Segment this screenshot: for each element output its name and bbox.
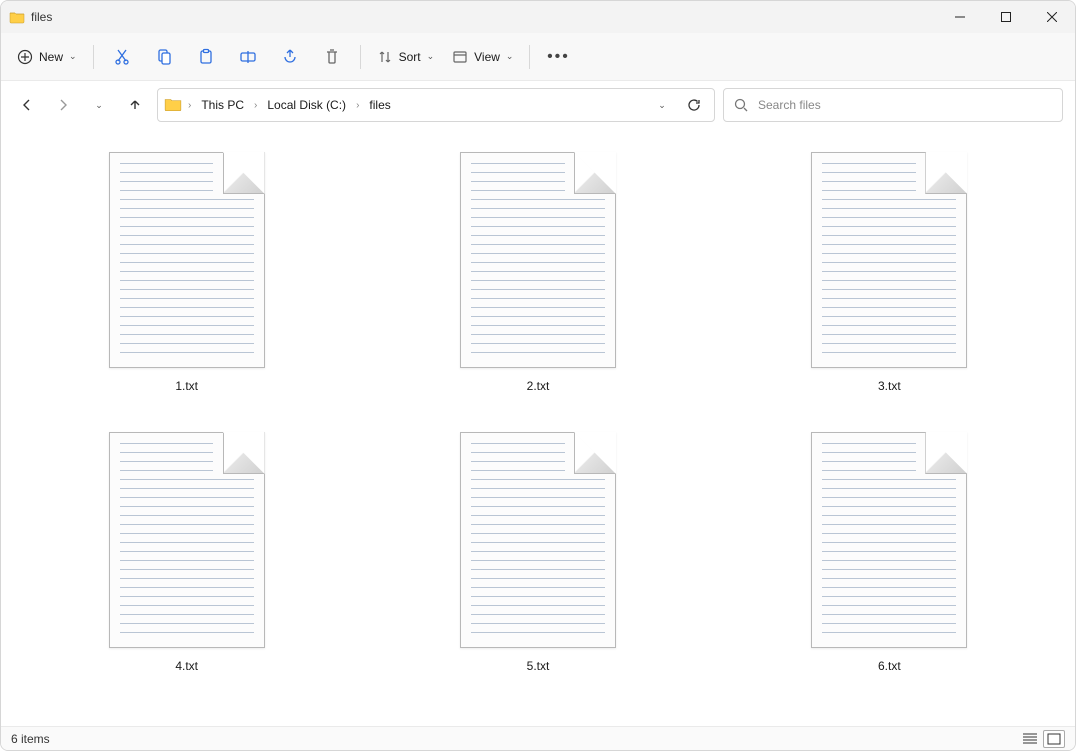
file-item[interactable]: 5.txt [372,419,703,679]
new-button[interactable]: New ⌄ [9,40,85,74]
address-bar[interactable]: › This PC › Local Disk (C:) › files ⌄ [157,88,715,122]
refresh-button[interactable] [680,91,708,119]
window-title: files [31,10,52,24]
file-pane[interactable]: 1.txt 2.txt 3.txt 4.txt 5.txt 6.txt [1,129,1075,726]
search-icon [734,98,748,112]
more-button[interactable]: ••• [538,40,578,74]
paste-button[interactable] [186,40,226,74]
back-button[interactable] [13,91,41,119]
maximize-button[interactable] [983,1,1029,33]
view-label: View [474,50,500,64]
up-button[interactable] [121,91,149,119]
file-item[interactable]: 6.txt [724,419,1055,679]
chevron-down-icon: ⌄ [658,100,666,111]
explorer-window: files New ⌄ [0,0,1076,751]
sort-dropdown[interactable]: Sort ⌄ [369,40,443,74]
chevron-down-icon: ⌄ [95,100,103,111]
search-input[interactable] [756,97,1052,113]
chevron-right-icon: › [186,100,193,111]
breadcrumb-segment[interactable]: This PC [197,96,248,114]
cut-button[interactable] [102,40,142,74]
breadcrumb-segment[interactable]: Local Disk (C:) [263,96,350,114]
chevron-down-icon: ⌄ [427,51,435,62]
chevron-down-icon: ⌄ [506,51,514,62]
chevron-right-icon: › [252,100,259,111]
file-name: 5.txt [527,659,550,673]
text-file-icon [453,425,623,655]
file-name: 6.txt [878,659,901,673]
file-name: 1.txt [175,379,198,393]
chevron-right-icon: › [354,100,361,111]
rename-button[interactable] [228,40,268,74]
file-grid: 1.txt 2.txt 3.txt 4.txt 5.txt 6.txt [21,139,1055,679]
copy-button[interactable] [144,40,184,74]
file-name: 2.txt [527,379,550,393]
toolbar: New ⌄ Sort ⌄ View ⌄ [1,33,1075,81]
icons-view-button[interactable] [1043,730,1065,748]
forward-button[interactable] [49,91,77,119]
text-file-icon [453,145,623,375]
search-box[interactable] [723,88,1063,122]
delete-button[interactable] [312,40,352,74]
text-file-icon [102,145,272,375]
file-name: 4.txt [175,659,198,673]
share-button[interactable] [270,40,310,74]
minimize-button[interactable] [937,1,983,33]
folder-icon [9,9,25,25]
close-button[interactable] [1029,1,1075,33]
titlebar: files [1,1,1075,33]
text-file-icon [804,425,974,655]
address-dropdown[interactable]: ⌄ [648,91,676,119]
file-item[interactable]: 3.txt [724,139,1055,399]
file-name: 3.txt [878,379,901,393]
nav-row: ⌄ › This PC › Local Disk (C:) › files ⌄ [1,81,1075,129]
chevron-down-icon: ⌄ [69,51,77,62]
text-file-icon [102,425,272,655]
file-item[interactable]: 2.txt [372,139,703,399]
status-bar: 6 items [1,726,1075,750]
file-item[interactable]: 1.txt [21,139,352,399]
status-item-count: 6 items [11,732,50,746]
folder-icon [164,95,182,116]
breadcrumb-segment[interactable]: files [365,96,394,114]
view-dropdown[interactable]: View ⌄ [444,40,521,74]
text-file-icon [804,145,974,375]
file-item[interactable]: 4.txt [21,419,352,679]
recent-dropdown[interactable]: ⌄ [85,91,113,119]
sort-label: Sort [399,50,421,64]
details-view-button[interactable] [1019,730,1041,748]
new-button-label: New [39,50,63,64]
